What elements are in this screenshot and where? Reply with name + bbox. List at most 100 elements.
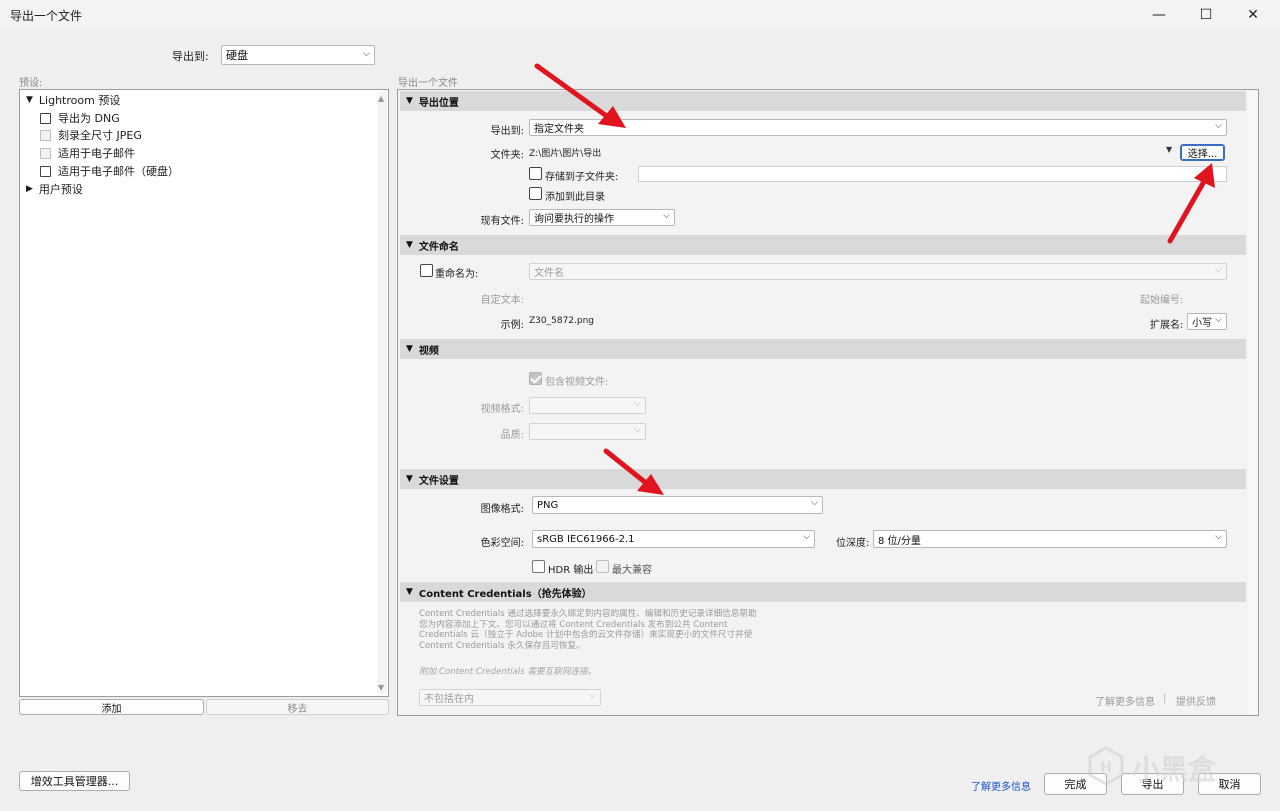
section-file-settings[interactable]: ▼ 文件设置 (400, 469, 1246, 489)
rename-dropdown[interactable]: 文件名 ⌵ (529, 263, 1227, 280)
chevron-down-icon: ⌵ (811, 498, 818, 508)
presets-header: 预设: (19, 78, 43, 89)
preset-checkbox[interactable] (40, 112, 51, 124)
rename-label: 重命名为: (435, 269, 479, 280)
subfolder-input[interactable] (638, 166, 1227, 182)
export-to-value: 指定文件夹 (534, 124, 584, 135)
preset-checkbox[interactable] (40, 165, 51, 177)
folder-label: 文件夹: (490, 150, 524, 161)
existing-files-dropdown[interactable]: 询问要执行的操作 ⌵ (529, 209, 675, 226)
content-credentials-description: Content Credentials 通过选择要永久绑定到内容的属性、编辑和历… (419, 609, 757, 651)
watermark-logo-icon: H (1086, 746, 1126, 786)
svg-text:H: H (1100, 760, 1112, 776)
minimize-button[interactable]: — (1136, 0, 1182, 30)
start-number-label: 起始编号: (1140, 295, 1184, 306)
preset-checkbox[interactable] (40, 147, 51, 159)
preset-group-user[interactable]: ▶ 用户预设 (26, 181, 83, 197)
feedback-link[interactable]: 提供反馈 (1176, 693, 1216, 708)
folder-history-icon[interactable]: ▼ (1166, 145, 1172, 154)
max-compat-label: 最大兼容 (612, 565, 652, 576)
cc-learn-more-link[interactable]: 了解更多信息 (1095, 693, 1155, 708)
description-line: Content Credentials 永久保存且可恢复。 (419, 640, 585, 651)
max-compat-checkbox[interactable] (596, 560, 609, 573)
preset-item-email-disk[interactable]: 适用于电子邮件（硬盘） (40, 163, 179, 179)
maximize-button[interactable]: ☐ (1183, 0, 1229, 30)
chevron-down-icon: ⌵ (1215, 532, 1222, 542)
expand-triangle-icon: ▼ (406, 587, 413, 597)
preset-item-label: 适用于电子邮件（硬盘） (58, 165, 179, 178)
expand-triangle-icon: ▼ (26, 95, 33, 105)
subfolder-label: 存储到子文件夹: (545, 172, 619, 183)
subfolder-checkbox[interactable] (529, 167, 542, 180)
color-space-value: sRGB IEC61966-2.1 (537, 533, 635, 545)
presets-scrollbar[interactable]: ▲ ▼ (377, 92, 387, 694)
title-bar: 导出一个文件 — ☐ ✕ (0, 0, 1280, 30)
bit-depth-dropdown[interactable]: 8 位/分量 ⌵ (873, 530, 1227, 548)
settings-scrollbar[interactable] (1248, 91, 1258, 714)
example-label: 示例: (500, 320, 524, 331)
preset-item-label: 刻录全尺寸 JPEG (58, 129, 142, 142)
hdr-label: HDR 输出 (548, 565, 594, 576)
include-video-checkbox[interactable] (529, 372, 542, 385)
scroll-down-icon[interactable]: ▼ (378, 683, 384, 692)
quality-dropdown[interactable]: ⌵ (529, 423, 646, 440)
extension-label: 扩展名: (1150, 320, 1184, 331)
image-format-label: 图像格式: (480, 504, 524, 515)
hdr-checkbox[interactable] (532, 560, 545, 573)
include-video-label: 包含视频文件: (545, 377, 609, 388)
custom-text-label: 自定文本: (480, 295, 524, 306)
section-title: 视频 (418, 345, 439, 357)
expand-triangle-icon: ▼ (406, 240, 413, 250)
existing-files-label: 现有文件: (480, 216, 524, 227)
description-line: 您为内容添加上下文。您可以通过将 Content Credentials 发布到… (419, 619, 728, 630)
preset-item-label: 适用于电子邮件 (58, 147, 135, 160)
main-header: 导出一个文件 (398, 78, 458, 89)
chevron-down-icon: ⌵ (363, 49, 370, 59)
image-format-value: PNG (537, 499, 559, 511)
bit-depth-label: 位深度: (836, 538, 870, 549)
chevron-down-icon: ⌵ (1215, 315, 1222, 325)
color-space-dropdown[interactable]: sRGB IEC61966-2.1 ⌵ (532, 530, 815, 548)
plugin-manager-button[interactable]: 增效工具管理器... (19, 771, 130, 791)
chevron-down-icon: ⌵ (634, 399, 641, 409)
preset-item-email[interactable]: 适用于电子邮件 (40, 145, 135, 161)
section-video[interactable]: ▼ 视频 (400, 339, 1246, 359)
close-button[interactable]: ✕ (1230, 0, 1276, 30)
scroll-up-icon[interactable]: ▲ (378, 94, 384, 103)
preset-checkbox[interactable] (40, 129, 51, 141)
preset-item-dng[interactable]: 导出为 DNG (40, 110, 120, 126)
remove-preset-button[interactable]: 移去 (206, 699, 389, 715)
chevron-down-icon: ⌵ (634, 425, 641, 435)
chevron-down-icon: ⌵ (1215, 121, 1222, 131)
expand-triangle-icon: ▼ (406, 96, 413, 106)
folder-path: Z:\图片\图片\导出 (529, 149, 602, 159)
description-line: Credentials 云（独立于 Adobe 计划中包含的云文件存储）来实现更… (419, 630, 753, 640)
bit-depth-value: 8 位/分量 (878, 535, 921, 547)
choose-folder-button[interactable]: 选择... (1180, 144, 1225, 161)
collapse-triangle-icon: ▶ (26, 184, 33, 194)
video-format-dropdown[interactable]: ⌵ (529, 397, 646, 414)
section-title: Content Credentials（抢先体验） (418, 588, 592, 600)
example-value: Z30_5872.png (529, 316, 595, 326)
section-content-credentials[interactable]: ▼ Content Credentials（抢先体验） (400, 582, 1246, 602)
preset-item-jpeg[interactable]: 刻录全尺寸 JPEG (40, 127, 142, 143)
export-to-dropdown[interactable]: 指定文件夹 ⌵ (529, 119, 1227, 136)
top-export-to-value: 硬盘 (226, 49, 248, 62)
rename-checkbox[interactable] (420, 264, 433, 277)
internet-note: 附加 Content Credentials 需要互联网连接。 (419, 667, 597, 677)
description-line: Content Credentials 通过选择要永久绑定到内容的属性、编辑和历… (419, 609, 757, 619)
section-export-location[interactable]: ▼ 导出位置 (400, 91, 1246, 111)
include-credentials-dropdown[interactable]: 不包括在内 ⌵ (419, 689, 601, 706)
add-preset-button[interactable]: 添加 (19, 699, 204, 715)
chevron-down-icon: ⌵ (663, 211, 670, 221)
preset-group-lightroom[interactable]: ▼ Lightroom 预设 (26, 92, 120, 108)
top-export-to-dropdown[interactable]: 硬盘 ⌵ (221, 45, 375, 65)
video-format-label: 视频格式: (480, 404, 524, 415)
color-space-label: 色彩空间: (480, 538, 524, 549)
section-file-naming[interactable]: ▼ 文件命名 (400, 235, 1246, 255)
add-to-catalog-checkbox[interactable] (529, 187, 542, 200)
learn-more-link[interactable]: 了解更多信息 (971, 778, 1031, 793)
include-credentials-value: 不包括在内 (424, 694, 474, 705)
image-format-dropdown[interactable]: PNG ⌵ (532, 496, 823, 514)
extension-dropdown[interactable]: 小写 ⌵ (1187, 313, 1227, 330)
